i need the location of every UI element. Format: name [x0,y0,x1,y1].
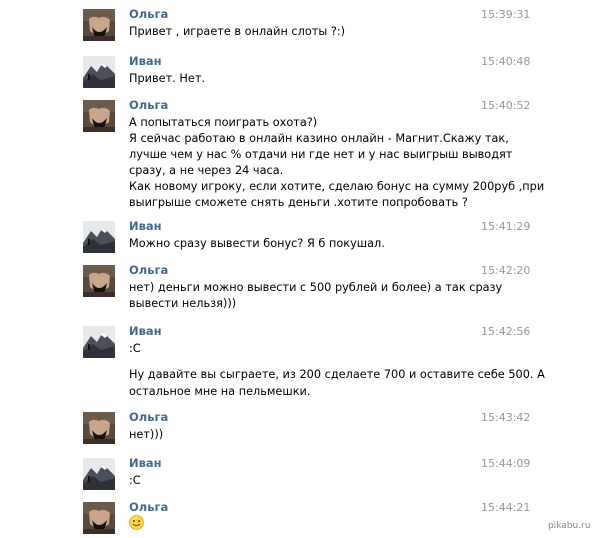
avatar[interactable] [83,221,115,253]
timestamp[interactable]: 15:40:52 [481,99,530,113]
author-name[interactable]: Ольга [129,98,168,112]
message-text: нет) деньги можно вывести с 500 рублей и… [129,281,503,294]
author-name[interactable]: Ольга [129,500,168,514]
avatar[interactable] [83,458,115,490]
timestamp[interactable]: 15:42:20 [481,264,530,278]
message-text: нет))) [129,428,164,441]
message-text: А попытаться поиграть охота?) [129,116,318,129]
avatar[interactable] [83,412,115,444]
avatar[interactable] [83,100,115,132]
message-text: лучше чем у нас % отдачи ни где нет и у … [129,148,513,161]
author-name[interactable]: Ольга [129,410,168,424]
timestamp[interactable]: 15:44:09 [481,457,530,471]
message-text: Я сейчас работаю в онлайн казино онлайн … [129,132,509,145]
author-name[interactable]: Иван [129,324,162,338]
author-name[interactable]: Иван [129,456,162,470]
avatar[interactable] [83,326,115,358]
avatar[interactable] [83,9,115,41]
timestamp[interactable]: 15:40:48 [481,55,530,69]
message-text: остальное мне на пельмешки. [129,385,311,398]
message-text: вывести нельзя))) [129,297,237,310]
timestamp[interactable]: 15:39:31 [481,8,530,22]
watermark: pikabu.ru [548,521,591,531]
timestamp[interactable]: 15:41:29 [481,220,530,234]
message-text: сразу, а не через 24 часа. [129,164,284,177]
author-name[interactable]: Иван [129,54,162,68]
message-text: Привет , играете в онлайн слоты ?:) [129,25,346,38]
timestamp[interactable]: 15:43:42 [481,411,530,425]
message-text: Привет. Нет. [129,72,205,85]
timestamp[interactable]: 15:42:56 [481,325,530,339]
avatar[interactable] [83,502,115,534]
message-text: выигрыше сможете снять деньги .хотите по… [129,196,468,209]
message-text: Как новому игроку, если хотите, сделаю б… [129,180,545,193]
author-name[interactable]: Ольга [129,263,168,277]
author-name[interactable]: Иван [129,219,162,233]
avatar[interactable] [83,56,115,88]
message-text: :С [129,474,141,487]
avatar[interactable] [83,265,115,297]
smiley-icon [129,515,144,530]
author-name[interactable]: Ольга [129,7,168,21]
message-text: Ну давайте вы сыграете, из 200 сделаете … [129,368,545,381]
timestamp[interactable]: 15:44:21 [481,501,530,515]
message-text: :С [129,342,141,355]
message-text: Можно сразу вывести бонус? Я б покушал. [129,237,385,250]
